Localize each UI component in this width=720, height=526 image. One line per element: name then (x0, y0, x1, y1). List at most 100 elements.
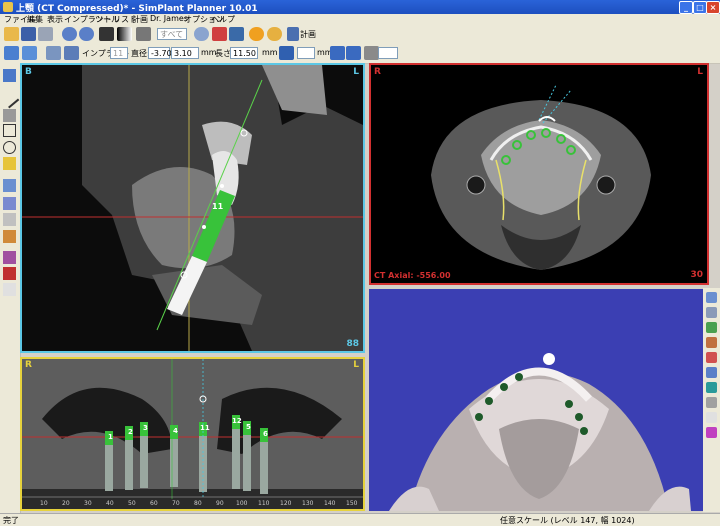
diameter-field[interactable]: 3.10 (171, 47, 199, 59)
view-tool-icon[interactable] (706, 292, 717, 303)
settings-icon[interactable] (267, 27, 282, 41)
zoom-reset-icon[interactable] (212, 27, 227, 41)
annotation-tool-icon[interactable] (3, 157, 16, 170)
slice-number: 30 (690, 270, 703, 280)
rectangle-tool-icon[interactable] (3, 124, 16, 137)
menu-help[interactable]: ヘルプ (211, 14, 235, 25)
ruler-tick: 70 (172, 500, 180, 507)
zoom-icon[interactable] (194, 27, 209, 41)
color-icon[interactable] (706, 337, 717, 348)
implant-number: 6 (263, 430, 268, 438)
segment-tool-icon[interactable] (3, 251, 16, 264)
ruler-tick: 90 (216, 500, 224, 507)
length-field[interactable]: 11.50 (230, 47, 258, 59)
nerve-icon[interactable] (3, 213, 16, 226)
implant-library-icon[interactable] (64, 46, 79, 60)
ellipse-tool-icon[interactable] (3, 141, 16, 154)
window-level-readout: 任意スケール (レベル 147, 幅 1024) (500, 516, 635, 525)
left-tool-palette (0, 63, 21, 513)
close-button[interactable]: × (706, 1, 720, 14)
rotate-left-icon[interactable] (330, 46, 345, 60)
ruler-tick: 110 (258, 500, 270, 507)
ruler-tick: 80 (194, 500, 202, 507)
open-folder-icon[interactable] (4, 27, 19, 41)
polyline-tool-icon[interactable] (3, 109, 16, 122)
3d-tool-palette (703, 288, 720, 512)
menu-view[interactable]: 表示 (47, 14, 63, 25)
density-tool-icon[interactable] (3, 179, 16, 192)
pan-icon[interactable] (136, 27, 151, 41)
implant-place-icon[interactable] (3, 69, 16, 82)
slice-number: 88 (346, 339, 359, 349)
fit-icon[interactable] (229, 27, 244, 41)
axial-image (371, 65, 707, 283)
save-icon[interactable] (21, 27, 36, 41)
ruler-tick: 50 (128, 500, 136, 507)
plan-label[interactable]: 計画 (300, 29, 316, 40)
grayscale-icon[interactable] (117, 27, 132, 41)
view-dropdown[interactable]: すべて (157, 28, 187, 40)
layer-icon[interactable] (706, 382, 717, 393)
menu-doctor[interactable]: Dr. James (150, 14, 188, 23)
window-title: 上顎 (CT Compressed)* - SimPlant Planner 1… (16, 4, 258, 14)
panoramic-image (22, 359, 363, 509)
main-toolbar: すべて 計画 (0, 25, 720, 45)
nerve-tool-icon[interactable] (46, 46, 61, 60)
info-icon[interactable] (249, 27, 264, 41)
print-icon[interactable] (38, 27, 53, 41)
view-orientation-left: B (25, 67, 32, 77)
move-implant-icon[interactable] (279, 46, 294, 60)
minimize-button[interactable]: _ (679, 1, 693, 14)
menu-plan[interactable]: 計画 (132, 14, 148, 25)
ruler-tick: 120 (280, 500, 292, 507)
tooth-icon[interactable] (3, 283, 16, 296)
menu-edit[interactable]: 編集 (27, 14, 43, 25)
offset-field[interactable] (297, 47, 315, 59)
visibility-icon[interactable] (706, 322, 717, 333)
ruler-tick: 10 (40, 500, 48, 507)
clip-icon[interactable] (706, 352, 717, 363)
axial-view[interactable]: R L CT Axial: -556.00 30 (369, 63, 709, 285)
diameter-label: 直径: (131, 49, 150, 58)
plan-icon[interactable] (287, 27, 299, 41)
axial-position-readout: CT Axial: -556.00 (374, 271, 451, 280)
reset-view-icon[interactable] (706, 397, 717, 408)
angle-field[interactable] (378, 47, 398, 59)
curve-tool-icon[interactable] (3, 230, 16, 243)
ruler-tick: 140 (324, 500, 336, 507)
abutment-tool-icon[interactable] (22, 46, 37, 60)
implant-field[interactable]: 11 (110, 47, 128, 59)
view-orientation-right: L (353, 360, 359, 370)
ruler-tick: 60 (150, 500, 158, 507)
ruler-tick: 100 (236, 500, 248, 507)
diameter-min-field[interactable]: -3.70 (148, 47, 172, 59)
render-icon[interactable] (706, 427, 717, 438)
orient-tool-icon[interactable] (706, 307, 717, 318)
rotate-3d-icon[interactable] (706, 367, 717, 378)
line-tool-icon[interactable] (0, 88, 20, 109)
implant-number: 1 (108, 433, 113, 441)
undo-icon[interactable] (62, 27, 77, 41)
person-icon[interactable] (3, 267, 16, 280)
3d-volume-view[interactable] (369, 289, 703, 511)
parallel-icon[interactable] (364, 46, 379, 60)
redo-icon[interactable] (79, 27, 94, 41)
implant-toolbar: インプラント 11 直径: -3.70 3.10 mm 長さ: 11.50 mm… (0, 44, 720, 64)
ruler-tick: 30 (84, 500, 92, 507)
implant-number: 3 (143, 424, 148, 432)
cross-section-view[interactable]: B L 11 88 (20, 63, 365, 353)
panoramic-view[interactable]: R L 1 2 3 4 11 12 5 6 10 20 30 40 50 60 … (20, 357, 365, 511)
volume-tool-icon[interactable] (3, 197, 16, 210)
implant-number: 2 (128, 428, 133, 436)
ruler-tick: 40 (106, 500, 114, 507)
ruler-tick: 20 (62, 500, 70, 507)
implant-label-11: 11 (212, 202, 224, 211)
menu-bar: ファイル 編集 表示 インプラント ツール リスト 計画 Dr. James オ… (0, 14, 720, 25)
title-bar: 上顎 (CT Compressed)* - SimPlant Planner 1… (0, 0, 720, 14)
view-orientation-left: R (374, 67, 381, 77)
maximize-button[interactable]: □ (693, 1, 707, 14)
white-balance-icon[interactable] (706, 412, 717, 423)
rotate-right-icon[interactable] (346, 46, 361, 60)
contrast-icon[interactable] (99, 27, 114, 41)
implant-tool-icon[interactable] (4, 46, 19, 60)
